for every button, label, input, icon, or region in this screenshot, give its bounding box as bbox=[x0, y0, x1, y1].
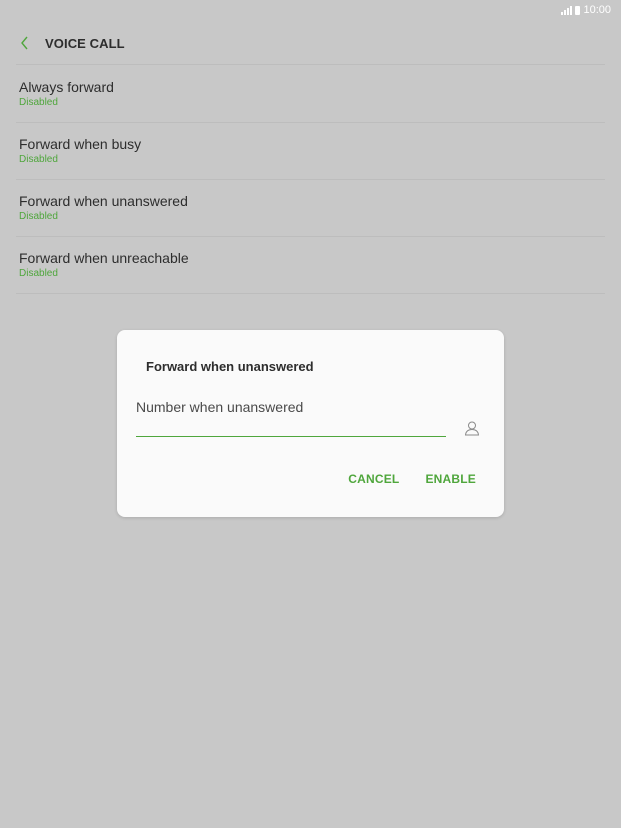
enable-button[interactable]: ENABLE bbox=[425, 472, 476, 486]
input-underline bbox=[136, 436, 446, 437]
battery-icon bbox=[575, 5, 581, 15]
item-status: Disabled bbox=[19, 211, 58, 222]
contact-picker-button[interactable] bbox=[462, 418, 482, 438]
dialog-actions: CANCEL ENABLE bbox=[348, 472, 476, 486]
back-button[interactable] bbox=[10, 28, 40, 58]
item-title: Forward when unanswered bbox=[19, 193, 188, 209]
cancel-button[interactable]: CANCEL bbox=[348, 472, 399, 486]
dialog-title: Forward when unanswered bbox=[146, 359, 314, 374]
item-title: Forward when busy bbox=[19, 136, 142, 152]
number-input[interactable] bbox=[136, 396, 446, 418]
item-status: Disabled bbox=[19, 154, 58, 165]
item-title: Forward when unreachable bbox=[19, 250, 189, 266]
signal-icon bbox=[561, 5, 573, 15]
app-bar: VOICE CALL bbox=[0, 26, 621, 60]
item-status: Disabled bbox=[19, 268, 58, 279]
settings-list: Always forward Disabled Forward when bus… bbox=[16, 66, 605, 294]
contact-person-icon bbox=[464, 421, 480, 436]
header-divider bbox=[16, 64, 605, 65]
list-item-forward-when-unanswered[interactable]: Forward when unanswered Disabled bbox=[16, 180, 605, 237]
page-title: VOICE CALL bbox=[45, 35, 125, 51]
item-title: Always forward bbox=[19, 79, 114, 95]
chevron-left-icon bbox=[21, 36, 28, 50]
list-item-forward-when-unreachable[interactable]: Forward when unreachable Disabled bbox=[16, 237, 605, 294]
list-item-always-forward[interactable]: Always forward Disabled bbox=[16, 66, 605, 123]
item-status: Disabled bbox=[19, 97, 58, 108]
status-bar: 10:00 bbox=[0, 0, 621, 20]
status-time: 10:00 bbox=[583, 4, 611, 16]
forward-dialog: Forward when unanswered CANCEL ENABLE bbox=[117, 330, 504, 517]
list-item-forward-when-busy[interactable]: Forward when busy Disabled bbox=[16, 123, 605, 180]
